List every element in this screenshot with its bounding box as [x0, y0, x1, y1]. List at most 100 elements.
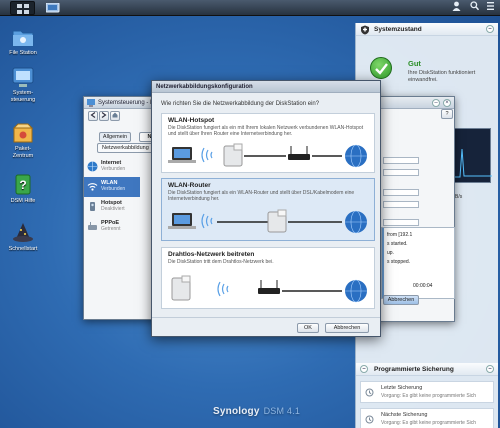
last-backup-item: Letzte Sicherung Vorgang: Es gibt keine …	[360, 381, 494, 403]
close-button[interactable]: ×	[443, 99, 451, 107]
desktop-shortcut-quick-start[interactable]: Schnellstart	[0, 222, 46, 253]
shield-icon	[361, 25, 369, 35]
system-health-header: Systemzustand –	[356, 23, 498, 36]
package-icon	[12, 122, 34, 144]
folder-icon	[12, 26, 34, 48]
desktop-shortcut-label: DSM Hilfe	[10, 198, 36, 204]
option-description: Die DiskStation fungiert als ein WLAN-Ro…	[168, 190, 355, 202]
option-join-wireless[interactable]: Drahtlos-Netzwerk beitreten Die DiskStat…	[161, 247, 375, 309]
search-button[interactable]	[466, 1, 482, 15]
user-icon	[452, 1, 460, 11]
internet-globe-icon	[345, 210, 367, 234]
wireless-signal-icon	[201, 213, 213, 229]
network-map-dialog: Netzwerkabbildungskonfiguration Wie rich…	[151, 80, 381, 337]
forward-button[interactable]	[99, 111, 109, 121]
resource-graph	[451, 128, 492, 183]
field[interactable]	[383, 219, 419, 226]
internet-globe-icon	[345, 279, 367, 303]
health-status: Gut	[408, 59, 421, 68]
user-button[interactable]	[448, 1, 464, 15]
backup-title: Programmierte Sicherung	[374, 366, 454, 373]
sidebar-item-internet[interactable]: Internet Verbunden	[84, 157, 140, 177]
show-desktop-button[interactable]	[10, 1, 35, 15]
help-button[interactable]: ?	[441, 109, 453, 119]
diskstation-icon	[171, 275, 191, 301]
search-icon	[469, 1, 479, 11]
sidebar-item-pppoe[interactable]: PPPoE Getrennt	[84, 217, 140, 237]
arrow-left-icon	[90, 112, 96, 118]
main-menu-button[interactable]	[40, 1, 65, 15]
health-description: Ihre DiskStation funktioniert einwandfre…	[408, 70, 476, 83]
main-menu-icon	[46, 3, 60, 13]
ok-button[interactable]: OK	[297, 323, 319, 333]
diskstation-icon	[267, 209, 287, 233]
home-button[interactable]	[110, 111, 120, 121]
network-diagram	[168, 209, 367, 234]
arrow-right-icon	[101, 112, 107, 118]
next-backup-title: Nächste Sicherung	[381, 412, 428, 418]
options-icon	[486, 2, 494, 10]
option-wlan-hotspot[interactable]: WLAN-Hotspot Die DiskStation fungiert al…	[161, 113, 375, 173]
options-button[interactable]	[482, 1, 498, 15]
log-line: s started.	[387, 241, 408, 247]
router-icon	[258, 280, 280, 294]
diskstation-icon	[223, 143, 243, 167]
network-diagram	[171, 275, 367, 303]
desktop-shortcut-package-center[interactable]: Paket- Zentrum	[0, 122, 46, 160]
svg-text:?: ?	[19, 178, 26, 192]
background-window-titlebar: – ×	[371, 97, 454, 109]
next-backup-item: Nächste Sicherung Vorgang: Es gibt keine…	[360, 408, 494, 428]
system-health-title: Systemzustand	[374, 26, 422, 33]
wizard-hat-icon	[12, 222, 34, 244]
laptop-icon	[168, 213, 196, 229]
desktop-shortcut-dsm-help[interactable]: ? DSM Hilfe	[0, 174, 46, 205]
taskbar	[0, 0, 500, 16]
option-title: Drahtlos-Netzwerk beitreten	[168, 251, 255, 258]
expand-widget-button[interactable]: –	[360, 365, 368, 373]
modem-icon	[88, 222, 97, 230]
desktop-shortcut-file-station[interactable]: File Station	[0, 26, 46, 57]
desktop-shortcut-label: Schnellstart	[8, 246, 38, 252]
collapse-widget-button[interactable]: –	[486, 25, 494, 33]
next-backup-desc: Vorgang: Es gibt keine programmierte Sic…	[381, 420, 477, 426]
laptop-icon	[168, 147, 196, 163]
globe-icon	[87, 161, 98, 172]
home-icon	[112, 112, 118, 118]
field[interactable]	[383, 201, 419, 208]
log-line: from [192.1	[387, 232, 413, 238]
last-backup-desc: Vorgang: Es gibt keine programmierte Sic…	[381, 393, 477, 399]
synology-logo: Synology DSM 4.1	[213, 406, 300, 417]
brand-name: Synology	[213, 406, 260, 417]
sidebar-item-hotspot[interactable]: Hotspot Deaktiviert	[84, 197, 140, 217]
router-icon	[288, 146, 310, 160]
field[interactable]	[383, 189, 419, 196]
field[interactable]	[383, 169, 419, 176]
collapse-backup-button[interactable]: –	[486, 365, 494, 373]
log-line: up.	[387, 250, 394, 256]
help-icon: ?	[12, 174, 34, 196]
desktop-shortcut-label: System- steuerung	[10, 90, 36, 103]
schedule-icon	[365, 415, 374, 424]
control-panel-title: Systemsteuerung - N	[98, 100, 155, 106]
tab-general[interactable]: Allgemein	[99, 132, 131, 142]
option-wlan-router[interactable]: WLAN-Router Die DiskStation fungiert als…	[161, 178, 375, 241]
abort-button[interactable]: Abbrechen	[383, 295, 419, 305]
dialog-question: Wie richten Sie die Netzwerkabbildung de…	[161, 101, 320, 107]
minimize-button[interactable]: –	[432, 99, 440, 107]
internet-globe-icon	[345, 144, 367, 168]
backup-header: – Programmierte Sicherung –	[356, 363, 498, 376]
desktop-shortcut-label: File Station	[9, 50, 37, 56]
progress-rail	[382, 228, 384, 298]
sidebar-item-status: Verbunden	[101, 186, 126, 192]
health-ok-icon	[370, 57, 392, 79]
elapsed-time: 00:00:04	[413, 283, 433, 289]
dialog-title: Netzwerkabbildungskonfiguration	[152, 81, 380, 93]
field[interactable]	[383, 157, 419, 164]
desktop-shortcut-control-panel[interactable]: System- steuerung	[0, 66, 46, 104]
sidebar-item-wlan[interactable]: WLAN Verbunden	[84, 177, 140, 197]
back-button[interactable]	[88, 111, 98, 121]
wireless-signal-icon	[201, 147, 213, 163]
cancel-button[interactable]: Abbrechen	[325, 323, 369, 333]
network-diagram	[168, 143, 367, 168]
sidebar-item-status: Getrennt	[101, 226, 121, 232]
